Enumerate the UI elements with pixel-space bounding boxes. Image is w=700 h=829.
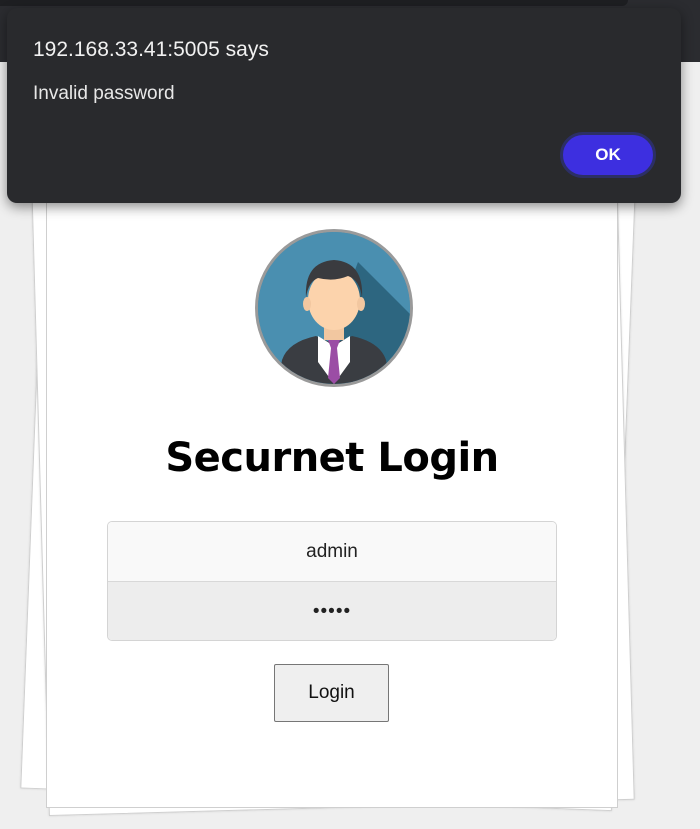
page-title: Securnet Login bbox=[165, 435, 499, 481]
dialog-origin-title: 192.168.33.41:5005 says bbox=[33, 38, 269, 61]
login-button[interactable]: Login bbox=[274, 664, 389, 722]
password-input[interactable] bbox=[108, 582, 556, 640]
credentials-form bbox=[107, 521, 557, 641]
username-input[interactable] bbox=[108, 522, 556, 582]
browser-tab-strip bbox=[0, 0, 628, 6]
login-card: Securnet Login Login bbox=[46, 162, 618, 808]
ok-button[interactable]: OK bbox=[560, 132, 656, 178]
user-avatar-icon bbox=[255, 229, 413, 387]
dialog-message: Invalid password bbox=[33, 83, 175, 104]
alert-dialog: 192.168.33.41:5005 says Invalid password… bbox=[7, 8, 681, 203]
